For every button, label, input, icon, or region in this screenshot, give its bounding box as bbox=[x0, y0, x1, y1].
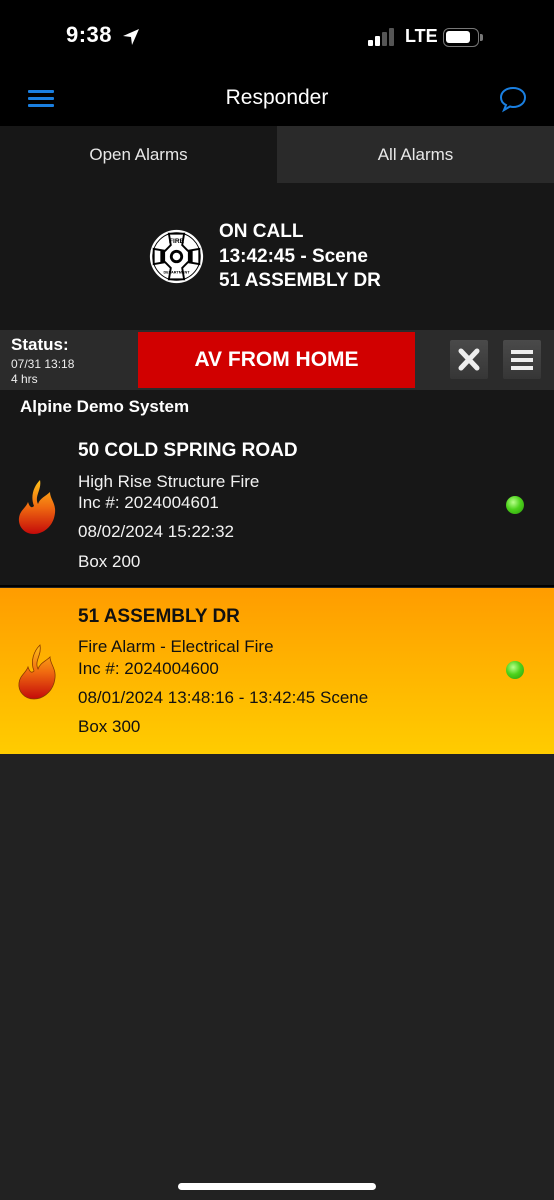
clear-status-button[interactable] bbox=[450, 340, 488, 379]
alarm-type: High Rise Structure Fire bbox=[78, 472, 260, 491]
alarm-address: 51 ASSEMBLY DR bbox=[78, 606, 240, 627]
green-status-dot bbox=[506, 661, 524, 679]
alarm-datetime: 08/01/2024 13:48:16 - 13:42:45 Scene bbox=[78, 688, 369, 707]
alarm-datetime: 08/02/2024 15:22:32 bbox=[78, 522, 234, 541]
fire-department-badge-icon: FIRE DEPARTMENT bbox=[149, 229, 204, 284]
status-duration: 4 hrs bbox=[11, 372, 38, 386]
on-call-time: 13:42:45 - Scene bbox=[219, 245, 368, 267]
alarm-tabs: Open Alarms All Alarms bbox=[0, 126, 554, 183]
alarm-box: Box 300 bbox=[78, 717, 141, 736]
flame-icon bbox=[18, 644, 56, 700]
status-date: 07/31 13:18 bbox=[11, 357, 75, 371]
alarm-box: Box 200 bbox=[78, 552, 141, 571]
system-name: Alpine Demo System bbox=[20, 397, 190, 416]
on-call-info: ON CALL 13:42:45 - Scene 51 ASSEMBLY DR bbox=[219, 220, 381, 294]
tab-open-alarms[interactable]: Open Alarms bbox=[0, 126, 277, 183]
alarm-address: 50 COLD SPRING ROAD bbox=[78, 440, 298, 461]
battery-nub bbox=[480, 34, 483, 41]
on-call-address: 51 ASSEMBLY DR bbox=[219, 270, 381, 291]
page-title: Responder bbox=[225, 86, 329, 109]
alarm-incident-number: Inc #: 2024004600 bbox=[78, 659, 219, 678]
clock-time: 9:38 bbox=[66, 22, 113, 47]
alarm-incident-number: Inc #: 2024004601 bbox=[78, 493, 219, 512]
ios-status-bar: 9:38 LTE bbox=[0, 0, 554, 74]
list-menu-icon bbox=[511, 350, 533, 370]
status-label: Status: bbox=[11, 335, 69, 354]
close-x-icon bbox=[458, 348, 480, 371]
on-call-panel[interactable]: FIRE DEPARTMENT ON CALL 13:42:45 - Scene… bbox=[0, 183, 554, 330]
chat-bubble-icon[interactable] bbox=[498, 84, 528, 114]
battery-icon bbox=[443, 28, 479, 47]
on-call-status: ON CALL bbox=[219, 221, 304, 242]
cellular-signal-icon bbox=[368, 28, 396, 46]
flame-icon bbox=[18, 480, 56, 534]
alarm-type: Fire Alarm - Electrical Fire bbox=[78, 637, 274, 656]
green-status-dot bbox=[506, 496, 524, 514]
alarm-list-item[interactable]: 50 COLD SPRING ROAD High Rise Structure … bbox=[0, 426, 554, 587]
navigation-bar: Responder bbox=[0, 74, 554, 126]
status-button[interactable]: AV FROM HOME bbox=[138, 332, 415, 388]
tab-all-alarms[interactable]: All Alarms bbox=[277, 126, 554, 183]
network-type: LTE bbox=[405, 26, 438, 46]
system-header: Alpine Demo System bbox=[0, 390, 554, 426]
svg-text:FIRE: FIRE bbox=[169, 238, 185, 245]
location-arrow-icon bbox=[123, 29, 139, 45]
svg-text:DEPARTMENT: DEPARTMENT bbox=[163, 271, 190, 275]
home-indicator[interactable] bbox=[178, 1183, 376, 1190]
status-options-button[interactable] bbox=[503, 340, 541, 379]
responder-status-row: Status: 07/31 13:18 4 hrs AV FROM HOME bbox=[0, 330, 554, 390]
alarm-list-item-selected[interactable]: 51 ASSEMBLY DR Fire Alarm - Electrical F… bbox=[0, 588, 554, 754]
